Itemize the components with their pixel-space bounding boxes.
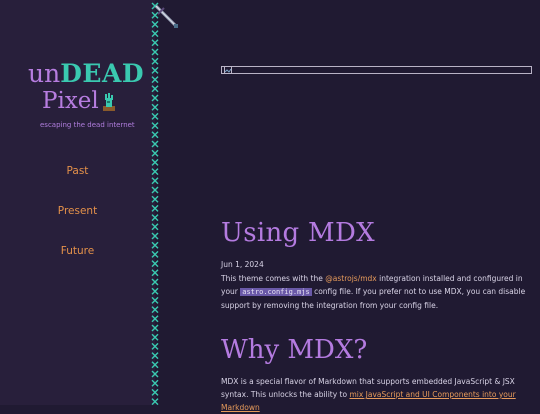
nav-link-past[interactable]: Past <box>0 165 155 177</box>
hero-image-placeholder <box>221 66 532 74</box>
sidebar: unDEAD Pixel escaping the dead internet … <box>0 0 155 405</box>
sword-icon <box>154 4 178 28</box>
site-logo[interactable]: unDEAD Pixel <box>28 59 145 118</box>
stitch-border <box>151 2 159 405</box>
nav-link-present[interactable]: Present <box>0 205 155 217</box>
site-tagline: escaping the dead internet <box>40 121 135 129</box>
nav-link-future[interactable]: Future <box>0 245 155 257</box>
post-paragraph-2: MDX is a special flavor of Markdown that… <box>221 377 516 412</box>
logo-text-top: unDEAD <box>28 59 145 88</box>
post-title: Using MDX <box>221 218 375 248</box>
logo-text-bottom: Pixel <box>42 88 138 118</box>
astrojs-mdx-link[interactable]: @astrojs/mdx <box>325 274 376 283</box>
config-file-code: astro.config.mjs <box>240 288 312 296</box>
section-title-why-mdx: Why MDX? <box>221 335 368 365</box>
broken-image-icon <box>224 66 232 74</box>
post-date: Jun 1, 2024 <box>221 260 264 269</box>
zombie-hand-icon <box>101 92 117 118</box>
post-paragraph-1: This theme comes with the @astrojs/mdx i… <box>221 274 526 310</box>
